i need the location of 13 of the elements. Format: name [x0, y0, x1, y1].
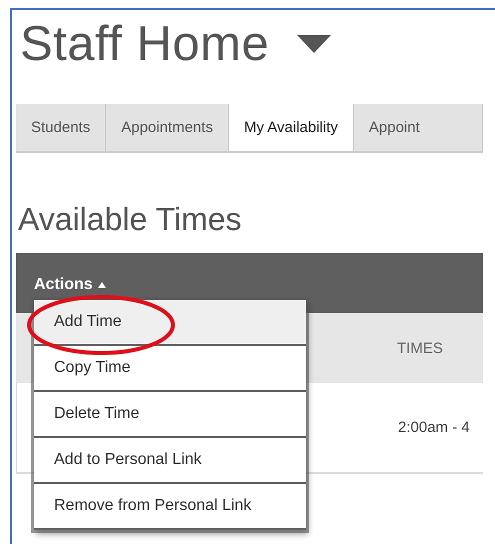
dropdown-caret-icon[interactable] — [297, 35, 332, 53]
menu-item[interactable]: Copy Time — [34, 346, 306, 392]
menu-item[interactable]: Add to Personal Link — [34, 438, 306, 484]
column-header: TIMES — [396, 340, 443, 356]
menu-item[interactable]: Remove from Personal Link — [34, 484, 306, 530]
menu-item[interactable]: Add Time — [34, 300, 306, 346]
page-title: Staff Home — [20, 16, 270, 72]
tab[interactable]: My Availability — [228, 104, 354, 151]
actions-button[interactable]: Actions — [34, 276, 106, 294]
section-title: Available Times — [18, 201, 243, 239]
caret-up-icon — [98, 282, 106, 288]
menu-item[interactable]: Delete Time — [34, 392, 306, 438]
table-cell-text: 2:00am - 4 — [397, 419, 470, 436]
